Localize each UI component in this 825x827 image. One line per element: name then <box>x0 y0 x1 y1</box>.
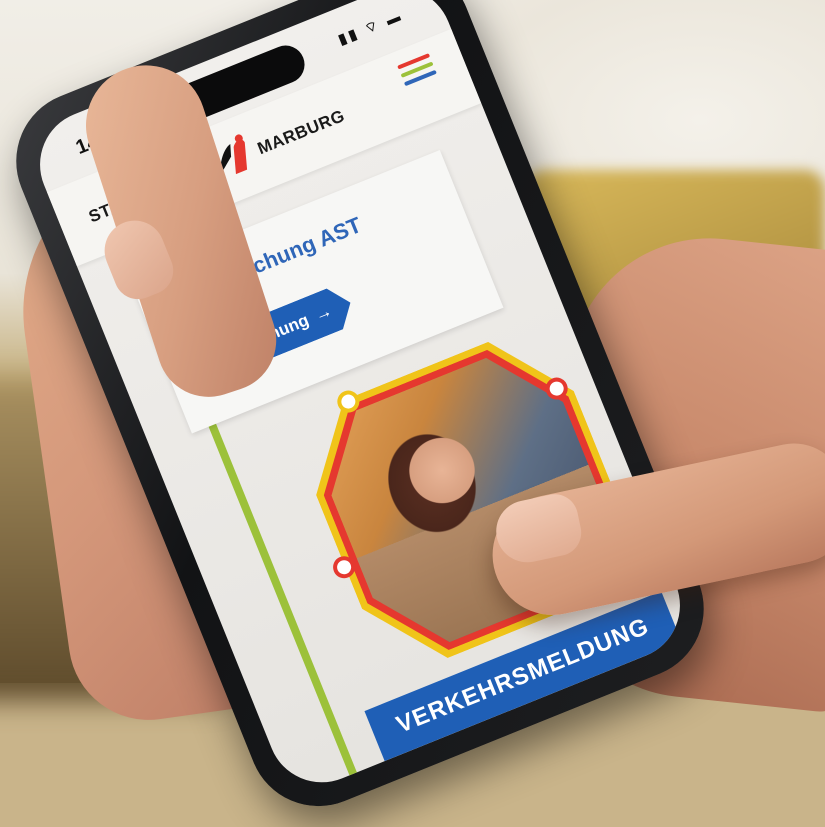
status-icons: ▮▮ ⌔ ▬ <box>335 6 406 48</box>
logo-text-marburg: MARBURG <box>254 106 348 159</box>
arrow-right-icon: → <box>311 301 335 325</box>
hamburger-menu-icon[interactable] <box>397 53 438 88</box>
